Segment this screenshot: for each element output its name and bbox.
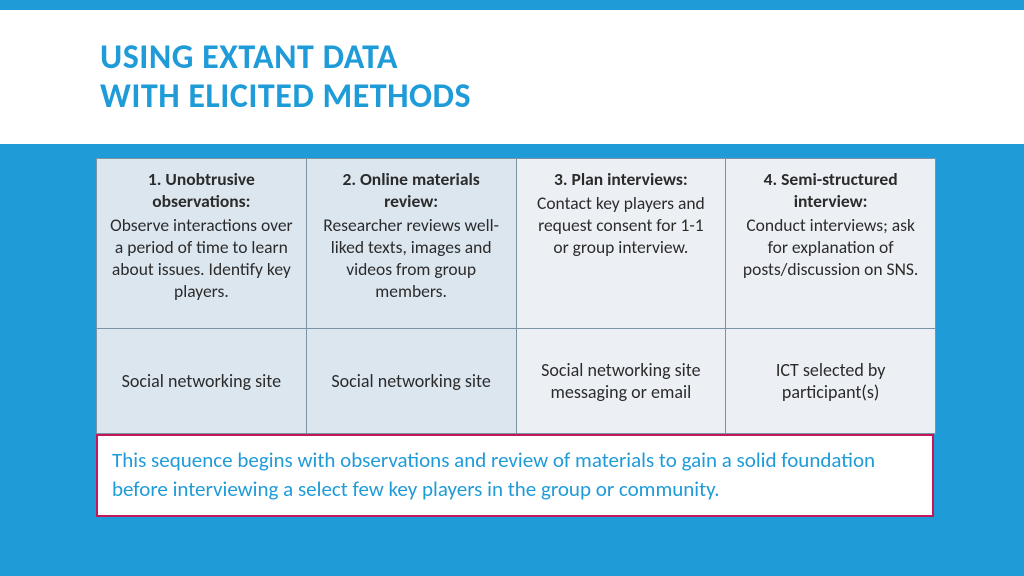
table-row: 1. Unobtrusive observations: Observe int… — [97, 159, 936, 329]
step-heading: 2. Online materials review: — [319, 169, 504, 213]
venue-cell-1: Social networking site — [97, 329, 307, 434]
step-cell-4: 4. Semi-structured interview: Conduct in… — [726, 159, 936, 329]
step-heading: 4. Semi-structured interview: — [738, 169, 923, 213]
step-body: Conduct interviews; ask for explanation … — [738, 215, 923, 281]
title-area: USING EXTANT DATA WITH ELICITED METHODS — [0, 10, 1024, 144]
step-heading: 3. Plan interviews: — [529, 169, 714, 191]
step-body: Researcher reviews well-liked texts, ima… — [319, 215, 504, 303]
step-cell-3: 3. Plan interviews: Contact key players … — [516, 159, 726, 329]
table-row: Social networking site Social networking… — [97, 329, 936, 434]
venue-cell-3: Social networking site messaging or emai… — [516, 329, 726, 434]
methods-table: 1. Unobtrusive observations: Observe int… — [96, 158, 936, 434]
venue-cell-4: ICT selected by participant(s) — [726, 329, 936, 434]
step-heading: 1. Unobtrusive observations: — [109, 169, 294, 213]
body-band: 1. Unobtrusive observations: Observe int… — [0, 144, 1024, 576]
slide-title: USING EXTANT DATA WITH ELICITED METHODS — [100, 38, 1024, 116]
accent-top-band — [0, 0, 1024, 10]
step-cell-2: 2. Online materials review: Researcher r… — [306, 159, 516, 329]
methods-table-wrap: 1. Unobtrusive observations: Observe int… — [96, 158, 936, 434]
step-cell-1: 1. Unobtrusive observations: Observe int… — [97, 159, 307, 329]
step-body: Observe interactions over a period of ti… — [109, 215, 294, 303]
step-body: Contact key players and request consent … — [529, 193, 714, 259]
caption-text: This sequence begins with observations a… — [112, 446, 918, 503]
venue-cell-2: Social networking site — [306, 329, 516, 434]
title-line-2: WITH ELICITED METHODS — [100, 76, 471, 117]
caption-box: This sequence begins with observations a… — [96, 434, 934, 517]
title-line-1: USING EXTANT DATA — [100, 37, 398, 78]
